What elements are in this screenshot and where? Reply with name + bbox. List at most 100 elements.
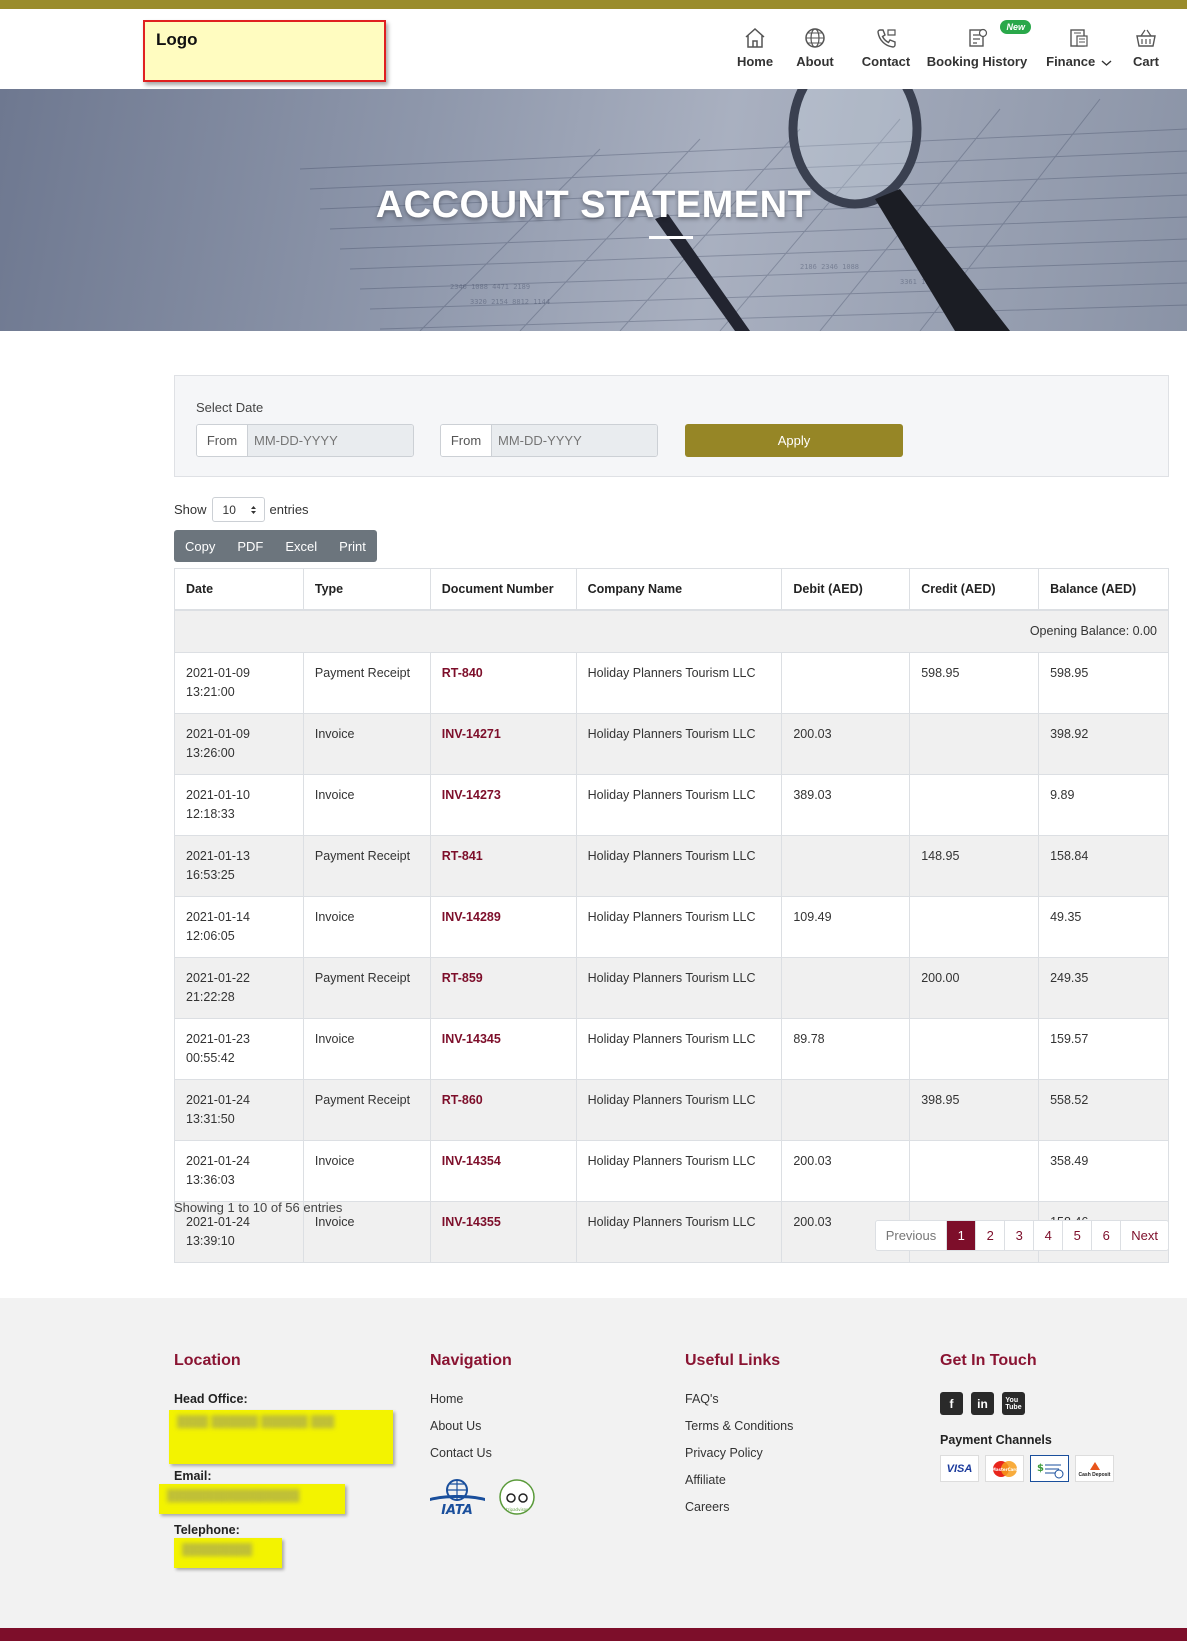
- document-link[interactable]: RT-840: [442, 666, 483, 680]
- column-header-date[interactable]: Date: [174, 568, 304, 611]
- footer-bottom-bar: [0, 1628, 1187, 1641]
- table-row: 2021-01-09 13:26:00 Invoice INV-14271 Ho…: [174, 712, 1169, 775]
- document-link[interactable]: INV-14271: [442, 727, 501, 741]
- page-6-button[interactable]: 6: [1091, 1221, 1121, 1250]
- cell-document: RT-859: [429, 956, 577, 1019]
- document-link[interactable]: RT-841: [442, 849, 483, 863]
- nav-finance[interactable]: Finance: [1043, 25, 1115, 69]
- nav-contact[interactable]: Contact: [857, 25, 915, 69]
- document-link[interactable]: INV-14289: [442, 910, 501, 924]
- document-link[interactable]: INV-14355: [442, 1215, 501, 1229]
- column-header-balance[interactable]: Balance (AED): [1038, 568, 1169, 611]
- cell-debit: 200.03: [781, 712, 911, 775]
- excel-button[interactable]: Excel: [274, 530, 328, 562]
- entries-select[interactable]: 10: [211, 497, 265, 522]
- from-date-input[interactable]: [248, 425, 413, 456]
- apply-button[interactable]: Apply: [685, 424, 903, 457]
- footer-link-terms[interactable]: Terms & Conditions: [685, 1419, 905, 1433]
- document-link[interactable]: RT-859: [442, 971, 483, 985]
- document-link[interactable]: INV-14273: [442, 788, 501, 802]
- cell-debit: 389.03: [781, 773, 911, 836]
- cell-debit: [781, 834, 911, 897]
- cell-document: RT-860: [429, 1078, 577, 1141]
- column-header-debit[interactable]: Debit (AED): [781, 568, 911, 611]
- document-link[interactable]: INV-14354: [442, 1154, 501, 1168]
- cell-document: INV-14289: [429, 895, 577, 958]
- cell-type: Payment Receipt: [302, 1078, 431, 1141]
- cell-type: Invoice: [302, 1139, 431, 1202]
- table-row: 2021-01-22 21:22:28 Payment Receipt RT-8…: [174, 956, 1169, 1019]
- document-link[interactable]: RT-860: [442, 1093, 483, 1107]
- cell-type: Invoice: [302, 712, 431, 775]
- print-button[interactable]: Print: [328, 530, 377, 562]
- document-link[interactable]: INV-14345: [442, 1032, 501, 1046]
- chevron-down-icon: [1101, 60, 1112, 66]
- column-header-credit[interactable]: Credit (AED): [909, 568, 1040, 611]
- page-2-button[interactable]: 2: [975, 1221, 1005, 1250]
- cell-debit: 89.78: [781, 1017, 911, 1080]
- cell-date: 2021-01-22 21:22:28: [174, 956, 304, 1019]
- cell-document: INV-14271: [429, 712, 577, 775]
- nav-booking-history[interactable]: Booking History New: [925, 20, 1031, 69]
- cell-company: Holiday Planners Tourism LLC: [575, 651, 783, 714]
- entries-info: Showing 1 to 10 of 56 entries: [174, 1200, 343, 1215]
- previous-page-button[interactable]: Previous: [875, 1221, 947, 1250]
- column-header-document-number[interactable]: Document Number: [429, 568, 577, 611]
- footer-link-affiliate[interactable]: Affiliate: [685, 1473, 905, 1487]
- table-row: 2021-01-23 00:55:42 Invoice INV-14345 Ho…: [174, 1017, 1169, 1080]
- useful-links-heading: Useful Links: [685, 1352, 781, 1369]
- page-4-button[interactable]: 4: [1033, 1221, 1063, 1250]
- cell-type: Payment Receipt: [302, 956, 431, 1019]
- head-office-label: Head Office:: [174, 1392, 248, 1406]
- cell-date: 2021-01-23 00:55:42: [174, 1017, 304, 1080]
- table-row: 2021-01-14 12:06:05 Invoice INV-14289 Ho…: [174, 895, 1169, 958]
- email-label: Email:: [174, 1469, 212, 1483]
- to-date-group: From: [440, 424, 658, 457]
- table-row: 2021-01-24 13:36:03 Invoice INV-14354 Ho…: [174, 1139, 1169, 1202]
- cell-document: RT-840: [429, 651, 577, 714]
- cell-document: INV-14355: [429, 1200, 577, 1263]
- table-row: 2021-01-13 16:53:25 Payment Receipt RT-8…: [174, 834, 1169, 897]
- footer-link-about-us[interactable]: About Us: [430, 1419, 650, 1433]
- pdf-button[interactable]: PDF: [226, 530, 274, 562]
- cell-date: 2021-01-10 12:18:33: [174, 773, 304, 836]
- next-page-button[interactable]: Next: [1120, 1221, 1168, 1250]
- svg-text:IATA: IATA: [441, 1503, 473, 1516]
- cell-balance: 398.92: [1038, 712, 1169, 775]
- svg-text:2346 1088 4471 2189: 2346 1088 4471 2189: [450, 283, 530, 291]
- pagination: Previous 1 2 3 4 5 6 Next: [874, 1220, 1169, 1251]
- column-header-company-name[interactable]: Company Name: [575, 568, 783, 611]
- footer-link-faqs[interactable]: FAQ's: [685, 1392, 905, 1406]
- linkedin-icon[interactable]: in: [971, 1392, 994, 1415]
- copy-button[interactable]: Copy: [174, 530, 226, 562]
- facebook-icon[interactable]: f: [940, 1392, 963, 1415]
- nav-cart[interactable]: Cart: [1127, 25, 1165, 69]
- footer-link-privacy[interactable]: Privacy Policy: [685, 1446, 905, 1460]
- cell-credit: [909, 895, 1040, 958]
- cell-date: 2021-01-24 13:31:50: [174, 1078, 304, 1141]
- table-row: 2021-01-24 13:31:50 Payment Receipt RT-8…: [174, 1078, 1169, 1141]
- cell-company: Holiday Planners Tourism LLC: [575, 773, 783, 836]
- to-date-input[interactable]: [492, 425, 657, 456]
- page-3-button[interactable]: 3: [1004, 1221, 1034, 1250]
- cell-credit: [909, 1139, 1040, 1202]
- export-buttons: Copy PDF Excel Print: [174, 530, 377, 562]
- cell-type: Invoice: [302, 1017, 431, 1080]
- footer-link-contact-us[interactable]: Contact Us: [430, 1446, 650, 1460]
- logo[interactable]: Logo: [143, 20, 386, 82]
- nav-home[interactable]: Home: [732, 25, 778, 69]
- mastercard-logo: MasterCard: [985, 1455, 1024, 1482]
- youtube-icon[interactable]: You Tube: [1002, 1392, 1025, 1415]
- cell-debit: 200.03: [781, 1139, 911, 1202]
- footer-link-careers[interactable]: Careers: [685, 1500, 905, 1514]
- page-5-button[interactable]: 5: [1062, 1221, 1092, 1250]
- nav-about[interactable]: About: [792, 25, 838, 69]
- column-header-type[interactable]: Type: [302, 568, 431, 611]
- cell-date: 2021-01-14 12:06:05: [174, 895, 304, 958]
- table-row: 2021-01-09 13:21:00 Payment Receipt RT-8…: [174, 651, 1169, 714]
- telephone-label: Telephone:: [174, 1523, 240, 1537]
- head-office-redacted: ████ ██████ ██████ ███: [169, 1410, 393, 1464]
- footer-link-home[interactable]: Home: [430, 1392, 650, 1406]
- page-1-button[interactable]: 1: [946, 1221, 976, 1250]
- cheque-icon: $: [1030, 1455, 1069, 1482]
